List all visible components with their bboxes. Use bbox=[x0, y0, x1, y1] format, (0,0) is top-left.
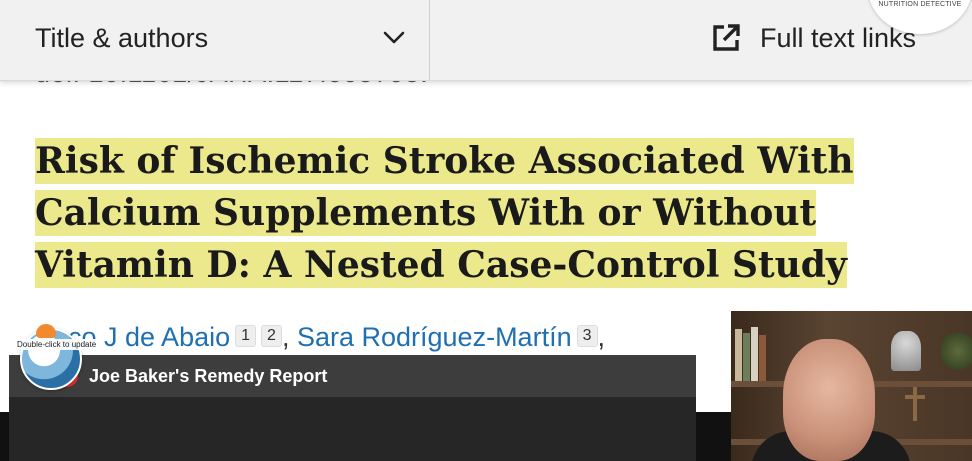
book bbox=[759, 335, 766, 381]
video-frame-edge bbox=[0, 412, 9, 461]
section-dropdown-label: Title & authors bbox=[35, 23, 209, 53]
article-title: Risk of Ischemic Stroke Associated With C… bbox=[35, 135, 855, 291]
channel-avatar[interactable] bbox=[20, 324, 82, 390]
webcam-feed bbox=[731, 311, 972, 461]
book bbox=[751, 327, 758, 381]
presenter-face bbox=[783, 339, 875, 461]
external-link-icon bbox=[711, 23, 741, 58]
title-line-3: Vitamin D: A Nested Case-Control Study bbox=[35, 242, 847, 288]
cross bbox=[913, 387, 917, 421]
affiliation-badge[interactable]: 3 bbox=[576, 325, 598, 347]
author-separator: , bbox=[597, 322, 606, 352]
title-line-2: Calcium Supplements With or Without bbox=[35, 190, 817, 236]
book bbox=[743, 333, 750, 381]
author-list: cisco J de Abaio 1 2, Sara Rodríguez-Martí… bbox=[35, 322, 605, 353]
avatar-tooltip: Double-click to update bbox=[14, 339, 100, 350]
sticky-toolbar: Title & authors Full text links NUTRITIO… bbox=[0, 0, 972, 81]
book bbox=[735, 329, 742, 381]
author-link-rodriguez-martin[interactable]: Sara Rodríguez-Martín bbox=[297, 322, 572, 352]
video-header: Joe Baker's Remedy Report bbox=[9, 355, 696, 397]
affiliation-badge[interactable]: 1 bbox=[235, 325, 257, 347]
cross bbox=[905, 395, 925, 399]
video-frame-edge bbox=[696, 412, 731, 461]
trophy bbox=[891, 331, 921, 371]
author-separator: , bbox=[281, 322, 290, 352]
title-line-1: Risk of Ischemic Stroke Associated With bbox=[35, 138, 854, 184]
section-dropdown[interactable]: Title & authors bbox=[0, 0, 430, 80]
plant bbox=[941, 331, 972, 371]
channel-title[interactable]: Joe Baker's Remedy Report bbox=[89, 366, 327, 387]
video-player[interactable]: Joe Baker's Remedy Report bbox=[9, 355, 696, 461]
chevron-down-icon bbox=[382, 26, 406, 55]
affiliation-badge[interactable]: 2 bbox=[261, 325, 282, 347]
logo-text: NUTRITION DETECTIVE bbox=[878, 1, 962, 8]
